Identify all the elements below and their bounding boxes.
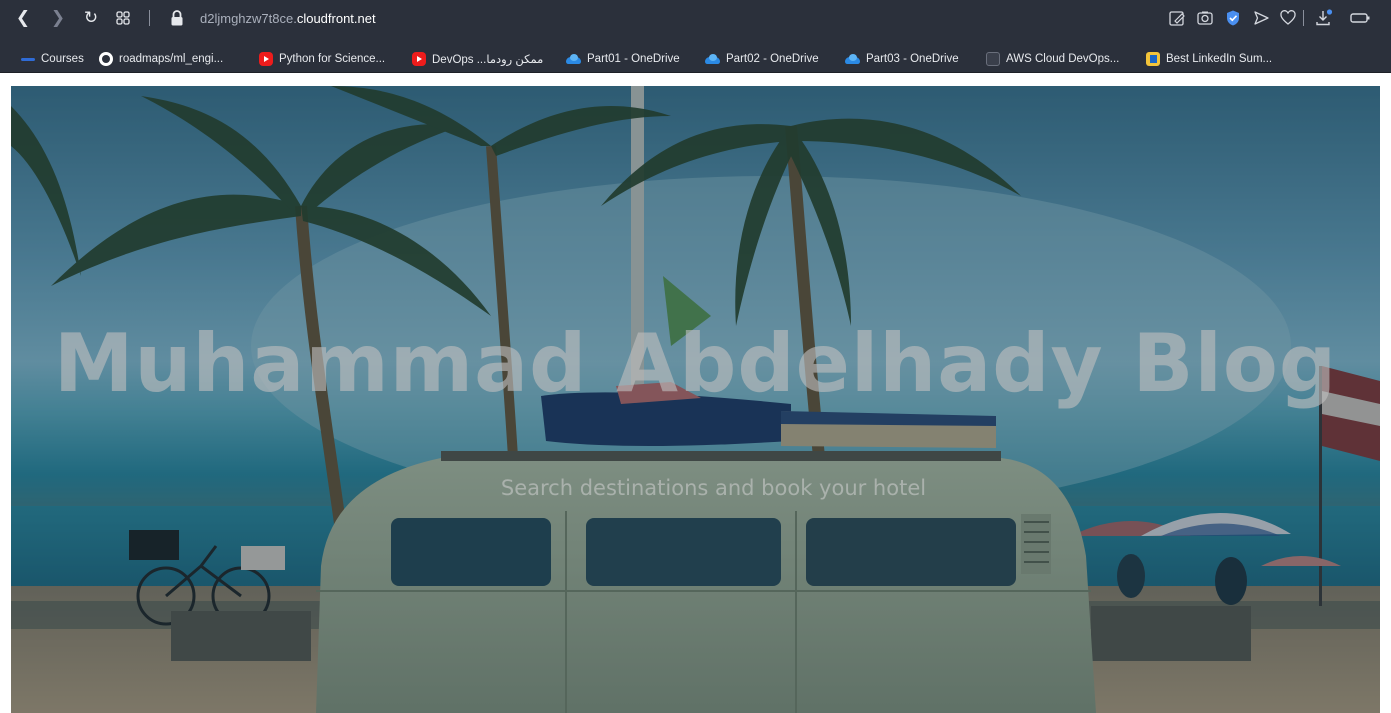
back-button[interactable]: ❮	[12, 8, 34, 28]
bookmark-label: AWS Cloud DevOps...	[1006, 53, 1120, 65]
bookmark-label: Courses	[41, 53, 84, 65]
bookmark-label: DevOps ...ممكن رودما	[432, 54, 544, 66]
reload-icon: ↻	[83, 8, 99, 27]
chevron-right-icon: ❯	[50, 8, 66, 27]
hero-banner: Muhammad Abdelhady Blog Search destinati…	[11, 86, 1380, 713]
bookmark-label: Part03 - OneDrive	[866, 53, 959, 65]
shield-icon[interactable]	[1224, 9, 1242, 27]
battery-icon[interactable]	[1349, 9, 1371, 27]
bookmark-best-linkedin-summary[interactable]: Best LinkedIn Sum...	[1146, 49, 1272, 69]
bookmark-label: roadmaps/ml_engi...	[119, 53, 224, 65]
bookmark-devops[interactable]: DevOps ...ممكن رودما	[412, 49, 543, 69]
heart-icon[interactable]	[1279, 9, 1297, 27]
url-domain: cloudfront.net	[296, 11, 376, 26]
url-subdomain: d2ljmghzw7t8ce.	[200, 11, 297, 26]
grid-icon	[116, 11, 130, 25]
browser-toolbar: ❮ ❯ ↻ d2ljmghzw7t8ce.cloudfront.net	[0, 0, 1391, 45]
lock-icon[interactable]	[170, 9, 184, 27]
bookmark-part02-onedrive[interactable]: Part02 - OneDrive	[704, 49, 819, 69]
bookmark-aws-cloud-devops[interactable]: AWS Cloud DevOps...	[986, 49, 1119, 69]
bookmark-roadmaps[interactable]: roadmaps/ml_engi...	[99, 49, 223, 69]
github-icon	[99, 52, 113, 66]
bookmark-label: Part02 - OneDrive	[726, 53, 819, 65]
chevron-left-icon: ❮	[15, 8, 31, 27]
hero-subtitle: Search destinations and book your hotel	[500, 476, 927, 500]
bookmark-label: Best LinkedIn Sum...	[1166, 53, 1273, 65]
document-icon	[986, 52, 1000, 66]
onedrive-icon	[565, 52, 581, 66]
toolbar-divider	[1303, 10, 1304, 26]
courses-icon	[21, 57, 35, 61]
toolbar-divider	[149, 10, 150, 26]
bookmark-part01-onedrive[interactable]: Part01 - OneDrive	[565, 49, 680, 69]
bookmark-label: Part01 - OneDrive	[587, 53, 680, 65]
bookmark-python-for-science[interactable]: Python for Science...	[259, 49, 385, 69]
bookmark-courses[interactable]: Courses	[21, 49, 84, 69]
address-bar: ❮ ❯ ↻ d2ljmghzw7t8ce.cloudfront.net	[0, 0, 1391, 45]
hero-title: Muhammad Abdelhady Blog	[53, 317, 1338, 410]
bookmark-label: Python for Science...	[279, 53, 386, 65]
youtube-icon	[259, 52, 273, 66]
download-icon[interactable]	[1315, 9, 1333, 27]
onedrive-icon	[704, 52, 720, 66]
bookmark-part03-onedrive[interactable]: Part03 - OneDrive	[844, 49, 959, 69]
url-field[interactable]: d2ljmghzw7t8ce.cloudfront.net	[200, 10, 376, 28]
forward-button[interactable]: ❯	[47, 8, 69, 28]
edit-icon[interactable]	[1168, 9, 1186, 27]
linkedin-summary-icon	[1146, 52, 1160, 66]
onedrive-icon	[844, 52, 860, 66]
reload-button[interactable]: ↻	[80, 8, 102, 28]
tabs-button[interactable]	[112, 8, 134, 28]
camera-icon[interactable]	[1196, 9, 1214, 27]
bookmarks-bar: Courses roadmaps/ml_engi... Python for S…	[0, 45, 1391, 73]
youtube-icon	[412, 52, 426, 66]
send-icon[interactable]	[1252, 9, 1270, 27]
